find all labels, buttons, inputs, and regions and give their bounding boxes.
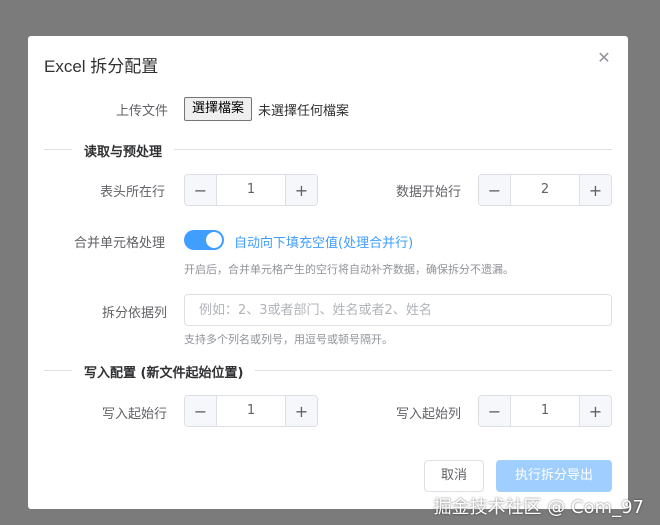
plus-icon[interactable]: + xyxy=(579,396,611,426)
plus-icon[interactable]: + xyxy=(285,396,317,426)
data-start-row-stepper[interactable]: − 2 + xyxy=(478,174,612,206)
cancel-button[interactable]: 取消 xyxy=(424,460,484,492)
write-start-col-stepper[interactable]: − 1 + xyxy=(478,395,612,427)
merge-hint: 开启后，合并单元格产生的空行将自动补齐数据，确保拆分不遗漏。 xyxy=(184,263,514,276)
merge-label: 合并单元格处理 xyxy=(74,236,166,251)
write-start-row-stepper[interactable]: − 1 + xyxy=(184,395,318,427)
write-start-row-value[interactable]: 1 xyxy=(217,396,285,426)
merge-fill-switch[interactable] xyxy=(184,230,224,250)
header-row-label: 表头所在行 xyxy=(100,185,166,200)
dialog-title: Excel 拆分配置 xyxy=(44,57,159,76)
data-start-row-label: 数据开始行 xyxy=(396,185,462,200)
header-row-stepper[interactable]: − 1 + xyxy=(184,174,318,206)
minus-icon[interactable]: − xyxy=(479,396,511,426)
section-title-read: 读取与预处理 xyxy=(72,141,175,160)
section-title-write: 写入配置 (新文件起始位置) xyxy=(72,362,256,381)
upload-label: 上传文件 xyxy=(116,104,169,119)
excel-split-dialog: Excel 拆分配置 ✕ 上传文件 選擇檔案 未選擇任何檔案 读取与预处理 表头… xyxy=(28,36,628,509)
no-file-text: 未選擇任何檔案 xyxy=(258,104,350,119)
export-button[interactable]: 执行拆分导出 xyxy=(496,460,612,492)
minus-icon[interactable]: − xyxy=(185,175,217,205)
watermark: 掘金技术社区 @ Com_97 xyxy=(433,497,644,518)
write-start-col-value[interactable]: 1 xyxy=(511,396,579,426)
write-start-col-label: 写入起始列 xyxy=(396,407,462,422)
merge-switch-text: 自动向下填充空值(处理合并行) xyxy=(234,236,414,251)
choose-file-button[interactable]: 選擇檔案 xyxy=(184,97,253,121)
split-column-input[interactable] xyxy=(184,294,612,326)
minus-icon[interactable]: − xyxy=(479,175,511,205)
minus-icon[interactable]: − xyxy=(185,396,217,426)
data-start-row-value[interactable]: 2 xyxy=(511,175,579,205)
write-start-row-label: 写入起始行 xyxy=(102,407,168,422)
split-column-hint: 支持多个列名或列号，用逗号或顿号隔开。 xyxy=(184,333,393,346)
plus-icon[interactable]: + xyxy=(579,175,611,205)
split-column-label: 拆分依据列 xyxy=(102,306,168,321)
close-icon[interactable]: ✕ xyxy=(596,50,612,66)
header-row-value[interactable]: 1 xyxy=(217,175,285,205)
plus-icon[interactable]: + xyxy=(285,175,317,205)
switch-knob xyxy=(206,232,222,248)
